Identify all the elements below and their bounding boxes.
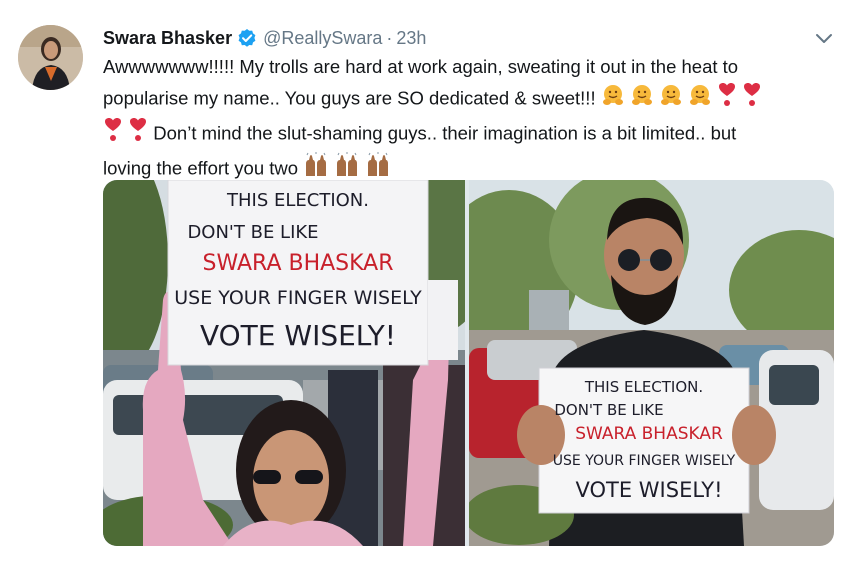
author-name[interactable]: Swara Bhasker [103,28,232,49]
avatar[interactable] [18,25,83,90]
chevron-down-icon[interactable] [815,32,833,46]
heart-exclamation-icon [742,82,762,117]
sign-left-line-1: THIS ELECTION. [226,190,369,211]
tweet-card[interactable]: Swara Bhasker @ReallySwara · 23h Awwwwww… [0,0,850,562]
tweet-text-line-3-text: Don’t mind the slut-shaming guys.. their… [153,122,737,144]
sign-right-line-1: THIS ELECTION. [584,378,703,396]
separator-dot: · [386,27,393,48]
tweet-text-line-3: Don’t mind the slut-shaming guys.. their… [103,117,823,152]
sign-left-line-2: DON'T BE LIKE [187,222,318,243]
hugging-face-icon [630,83,654,116]
heart-exclamation-icon [103,117,123,152]
tweet-header: Swara Bhasker @ReallySwara · 23h [103,25,426,51]
verified-badge-icon [237,28,257,48]
sign-left-line-3: SWARA BHASKAR [202,251,393,276]
sign-right-line-3: SWARA BHASKAR [575,424,723,444]
tweet-text-line-2: popularise my name.. You guys are SO ded… [103,82,823,117]
photo-left[interactable]: THIS ELECTION. DON'T BE LIKE SWARA BHASK… [103,180,465,546]
sign-right-line-2: DON'T BE LIKE [554,401,663,419]
hugging-face-icon [601,83,625,116]
tweet-media[interactable]: THIS ELECTION. DON'T BE LIKE SWARA BHASK… [103,180,834,546]
tweet-timestamp[interactable]: 23h [396,28,426,49]
sign-left-line-5: VOTE WISELY! [200,319,396,352]
sign-left-line-4: USE YOUR FINGER WISELY [174,287,422,309]
tweet-text-line-4-text: loving the effort you two [103,157,299,179]
hugging-face-icon [659,83,683,116]
sign-right-line-4: USE YOUR FINGER WISELY [553,453,736,469]
hugging-face-icon [688,83,712,116]
photo-right[interactable]: THIS ELECTION. DON'T BE LIKE SWARA BHASK… [469,180,834,546]
tweet-text-line-2-text: popularise my name.. You guys are SO ded… [103,87,596,109]
tweet-text: Awwwwwww!!!!! My trolls are hard at work… [103,52,823,187]
heart-exclamation-icon [128,117,148,152]
tweet-text-line-1: Awwwwwww!!!!! My trolls are hard at work… [103,56,739,77]
sign-right-line-5: VOTE WISELY! [575,478,722,502]
heart-exclamation-icon [717,82,737,117]
author-handle[interactable]: @ReallySwara [263,28,382,49]
